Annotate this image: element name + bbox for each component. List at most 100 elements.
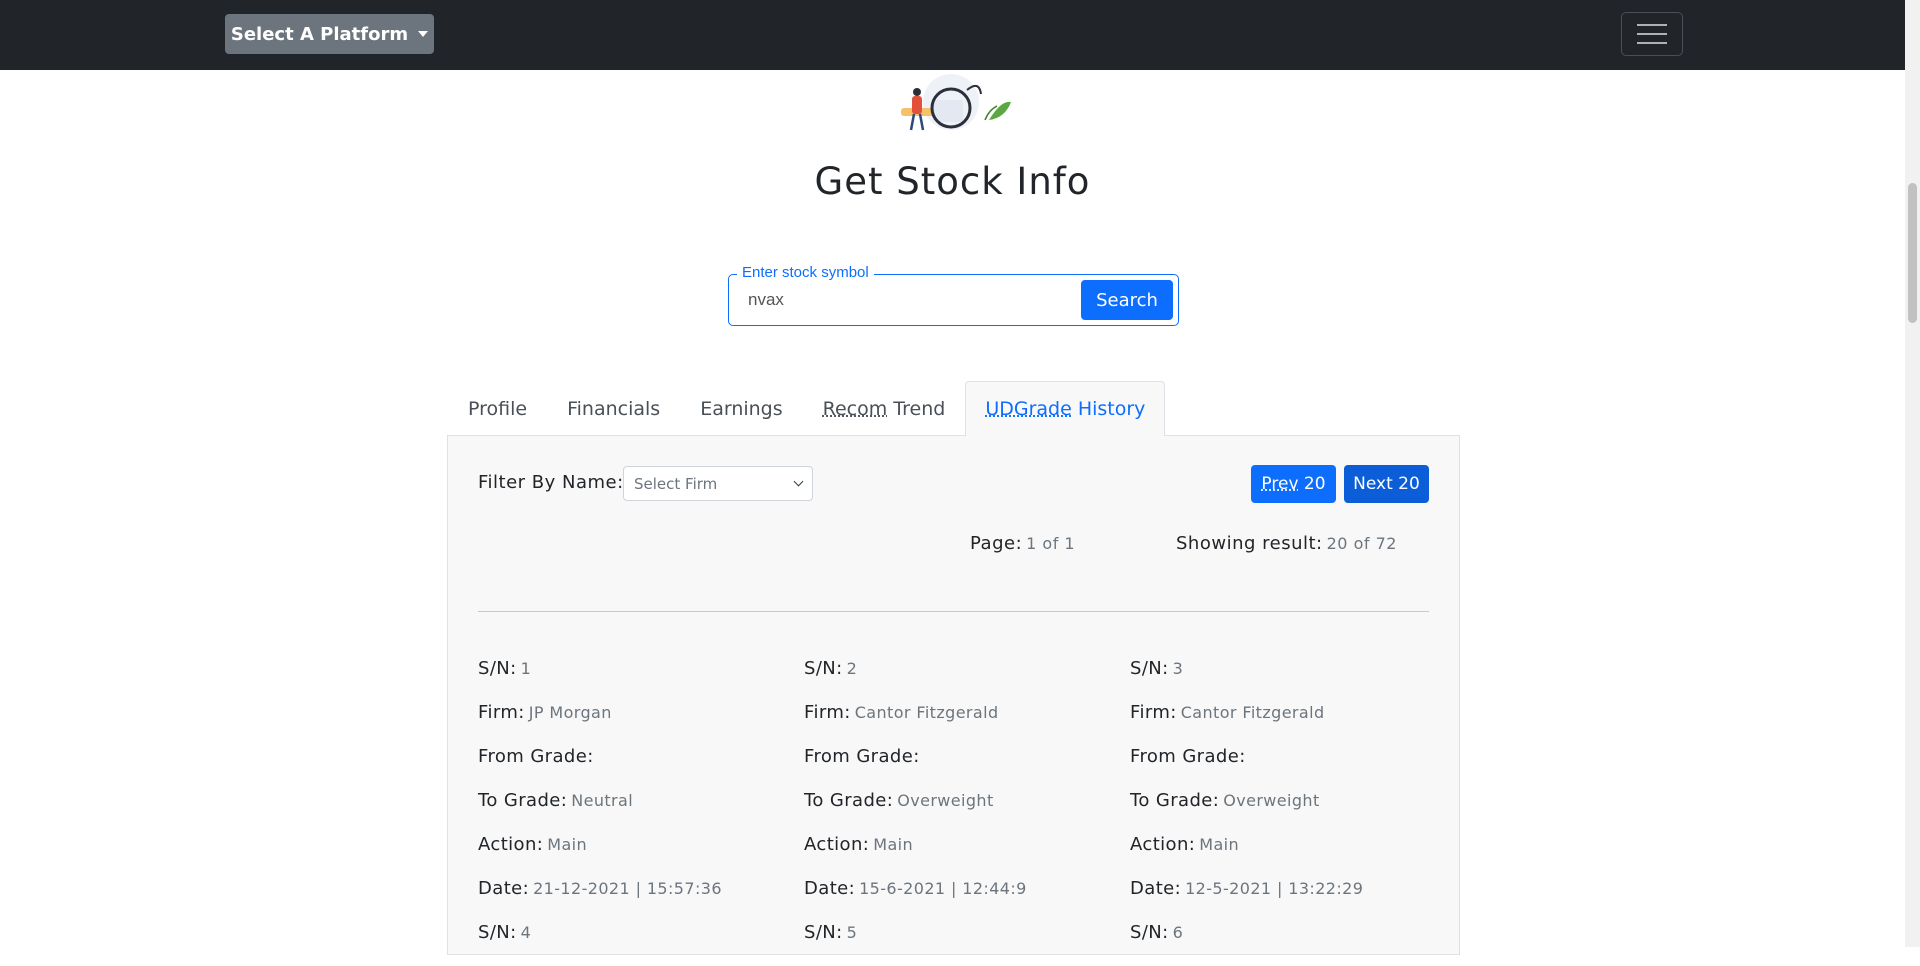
tab-label-rest: History	[1072, 398, 1146, 420]
field-label: Action:	[1130, 834, 1195, 855]
stock-search-illustration	[893, 72, 1013, 152]
field-value: 2	[847, 659, 858, 678]
page-scrollbar[interactable]	[1905, 0, 1920, 947]
sn-row: S/N: 4	[478, 922, 798, 966]
page-label: Page:	[970, 533, 1022, 554]
prev-20-button[interactable]: Prev 20	[1251, 465, 1336, 503]
to-grade-row: To Grade: Neutral	[478, 790, 798, 834]
to-grade-row: To Grade: Overweight	[1130, 790, 1450, 834]
firm-select-value: Select Firm	[634, 475, 717, 493]
action-row: Action: Main	[1130, 834, 1450, 878]
sn-row: S/N: 6	[1130, 922, 1450, 966]
field-label: Date:	[804, 878, 855, 899]
field-label: From Grade:	[804, 746, 920, 767]
field-value: 6	[1173, 923, 1184, 942]
filter-label: Filter By Name:	[478, 472, 624, 493]
field-label: To Grade:	[1130, 790, 1219, 811]
firm-row: Firm: Cantor Fitzgerald	[1130, 702, 1450, 746]
tab-financials[interactable]: Financials	[547, 381, 680, 436]
field-value: Cantor Fitzgerald	[1181, 703, 1325, 722]
select-platform-label: Select A Platform	[231, 24, 408, 45]
field-label: From Grade:	[478, 746, 594, 767]
from-grade-row: From Grade:	[1130, 746, 1450, 790]
divider	[478, 611, 1429, 612]
sn-row: S/N: 5	[804, 922, 1124, 966]
tab-label-abbr: Recom	[823, 398, 888, 420]
grade-record-card: S/N: 1 Firm: JP Morgan From Grade: To Grad…	[478, 658, 798, 966]
udgrade-history-panel: Filter By Name: Select Firm Prev 20 Next…	[447, 435, 1460, 955]
tab-profile[interactable]: Profile	[448, 381, 547, 436]
field-label: S/N:	[1130, 658, 1169, 679]
prev-count: 20	[1299, 474, 1326, 494]
page-value: 1 of 1	[1026, 534, 1075, 553]
field-value: Overweight	[1223, 791, 1319, 810]
action-row: Action: Main	[804, 834, 1124, 878]
tab-label: Earnings	[700, 398, 782, 420]
page-indicator: Page: 1 of 1	[970, 533, 1075, 554]
date-row: Date: 15-6-2021 | 12:44:9	[804, 878, 1124, 922]
from-grade-row: From Grade:	[478, 746, 798, 790]
sn-row: S/N: 1	[478, 658, 798, 702]
field-value: 1	[521, 659, 532, 678]
field-value: Cantor Fitzgerald	[855, 703, 999, 722]
field-value: 3	[1173, 659, 1184, 678]
navbar-toggler-button[interactable]	[1621, 12, 1683, 56]
next-20-button[interactable]: Next 20	[1344, 465, 1429, 503]
firm-filter-select[interactable]: Select Firm	[623, 466, 813, 501]
tab-recom-trend[interactable]: Recom Trend	[803, 381, 966, 436]
tab-label-rest: Trend	[887, 398, 945, 420]
field-value: Main	[1199, 835, 1239, 854]
field-value: JP Morgan	[529, 703, 612, 722]
showing-value: 20 of 72	[1327, 534, 1397, 553]
field-value: Main	[547, 835, 587, 854]
field-label: Date:	[1130, 878, 1181, 899]
caret-down-icon	[418, 31, 428, 37]
field-value: Neutral	[571, 791, 633, 810]
page-title: Get Stock Info	[0, 160, 1905, 203]
field-value: 12-5-2021 | 13:22:29	[1185, 879, 1363, 898]
result-count: Showing result: 20 of 72	[1176, 533, 1397, 554]
stock-info-tabs: Profile Financials Earnings Recom Trend …	[448, 381, 1165, 436]
sn-row: S/N: 3	[1130, 658, 1450, 702]
grade-record-card: S/N: 3 Firm: Cantor Fitzgerald From Grade:…	[1130, 658, 1450, 966]
hamburger-menu-icon	[1637, 24, 1667, 26]
date-row: Date: 21-12-2021 | 15:57:36	[478, 878, 798, 922]
field-label: Date:	[478, 878, 529, 899]
field-label: To Grade:	[478, 790, 567, 811]
stock-symbol-input[interactable]	[746, 289, 1046, 311]
tab-udgrade-history[interactable]: UDGrade History	[965, 381, 1165, 436]
from-grade-row: From Grade:	[804, 746, 1124, 790]
stock-search-form: Enter stock symbol Search	[728, 274, 1179, 326]
field-label: S/N:	[804, 922, 843, 943]
field-label: S/N:	[478, 658, 517, 679]
chevron-down-icon	[794, 477, 804, 487]
tab-label-abbr: UDGrade	[985, 398, 1071, 420]
field-label: Action:	[804, 834, 869, 855]
field-label: Action:	[478, 834, 543, 855]
tab-earnings[interactable]: Earnings	[680, 381, 802, 436]
sn-row: S/N: 2	[804, 658, 1124, 702]
field-label: Firm:	[478, 702, 525, 723]
search-field-label: Enter stock symbol	[737, 264, 874, 281]
showing-label: Showing result:	[1176, 533, 1323, 554]
search-button[interactable]: Search	[1081, 280, 1173, 320]
field-label: S/N:	[804, 658, 843, 679]
field-label: Firm:	[1130, 702, 1177, 723]
field-label: S/N:	[1130, 922, 1169, 943]
select-platform-dropdown[interactable]: Select A Platform	[225, 14, 434, 54]
firm-row: Firm: JP Morgan	[478, 702, 798, 746]
field-value: 4	[521, 923, 532, 942]
field-label: S/N:	[478, 922, 517, 943]
prev-label: Prev	[1261, 474, 1298, 494]
field-label: From Grade:	[1130, 746, 1246, 767]
scrollbar-thumb[interactable]	[1908, 183, 1917, 323]
tab-label: Profile	[468, 398, 527, 420]
action-row: Action: Main	[478, 834, 798, 878]
tab-label: Financials	[567, 398, 660, 420]
field-label: Firm:	[804, 702, 851, 723]
grade-record-card: S/N: 2 Firm: Cantor Fitzgerald From Grade:…	[804, 658, 1124, 966]
date-row: Date: 12-5-2021 | 13:22:29	[1130, 878, 1450, 922]
top-navbar: Select A Platform	[0, 0, 1905, 70]
field-value: Main	[873, 835, 913, 854]
field-value: Overweight	[897, 791, 993, 810]
